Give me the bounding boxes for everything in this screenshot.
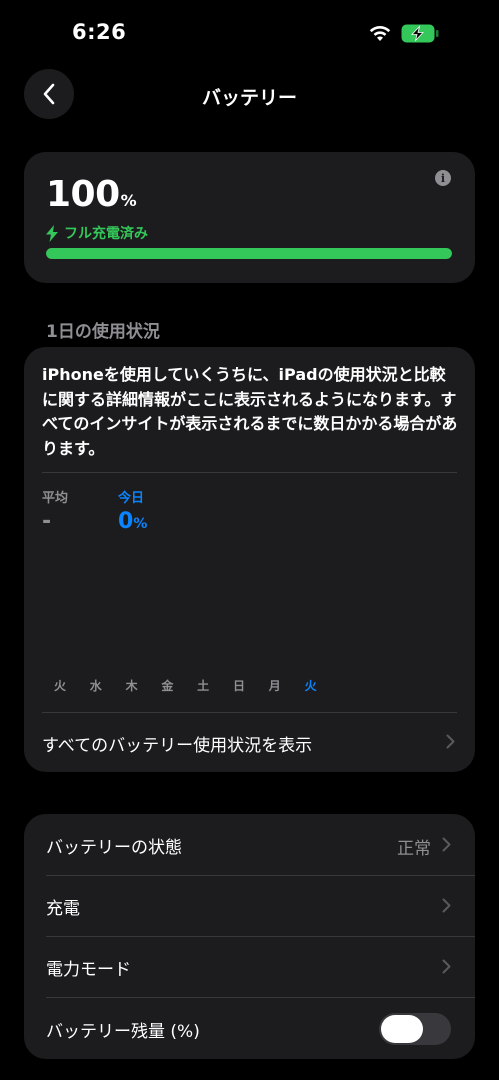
power-mode-row[interactable]: 電力モード (24, 936, 475, 997)
section-header-daily-usage: 1日の使用状況 (46, 322, 160, 342)
weekday-axis: 火水木金土日月火 (24, 677, 475, 697)
chevron-right-icon (442, 837, 451, 852)
battery-percent-value: 100 (46, 174, 120, 215)
navigation-bar: バッテリー (0, 66, 499, 122)
average-label: 平均 (42, 491, 69, 506)
chevron-right-icon (442, 959, 451, 974)
wifi-icon (369, 25, 391, 41)
status-bar: 6:26 (0, 0, 499, 60)
info-icon-glyph: i (440, 171, 446, 185)
weekday-label: 金 (161, 679, 174, 693)
average-value: - (42, 509, 52, 534)
usage-message: iPhoneを使用していくうちに、iPadの使用状況と比較に関する詳細情報がここ… (42, 365, 458, 458)
status-time: 6:26 (72, 20, 127, 44)
battery-percentage: 100% (46, 174, 137, 215)
weekday-label: 火 (53, 679, 66, 693)
battery-percentage-toggle[interactable] (379, 1013, 451, 1045)
show-all-usage-label: すべてのバッテリー使用状況を表示 (42, 736, 313, 756)
today-label: 今日 (118, 491, 145, 506)
info-icon[interactable]: i (435, 170, 451, 186)
battery-health-row[interactable]: バッテリーの状態 正常 (24, 814, 475, 875)
weekday-label: 水 (89, 679, 102, 693)
battery-level-card: 100% i フル充電済み (24, 152, 475, 283)
battery-level-bar (46, 248, 452, 259)
today-value-number: 0 (118, 509, 134, 534)
battery-percent-unit: % (120, 191, 137, 210)
charging-row[interactable]: 充電 (24, 875, 475, 936)
power-mode-label: 電力モード (46, 960, 131, 980)
battery-charging-icon (401, 24, 439, 43)
weekday-label: 火 (304, 679, 317, 693)
charging-label: 充電 (46, 899, 80, 919)
chevron-right-icon (442, 898, 451, 913)
battery-health-label: バッテリーの状態 (46, 838, 182, 858)
divider (42, 472, 457, 473)
weekday-label: 月 (268, 679, 281, 693)
chevron-right-icon (446, 734, 455, 749)
battery-level-fill (46, 248, 452, 259)
weekday-label: 日 (232, 679, 245, 693)
weekday-label: 土 (197, 679, 210, 693)
page-title: バッテリー (201, 87, 297, 109)
battery-settings-card: バッテリーの状態 正常 充電 電力モード バッテリー残量 (%) (24, 814, 475, 1059)
battery-health-value: 正常 (397, 839, 431, 859)
today-value: 0% (118, 509, 147, 534)
charge-status: フル充電済み (46, 223, 148, 243)
bolt-icon (46, 224, 58, 242)
daily-usage-card: iPhoneを使用していくうちに、iPadの使用状況と比較に関する詳細情報がここ… (24, 347, 475, 772)
today-value-unit: % (133, 516, 148, 532)
charge-status-label: フル充電済み (64, 226, 148, 242)
weekday-label: 木 (125, 679, 138, 693)
battery-percentage-row: バッテリー残量 (%) (24, 998, 475, 1059)
battery-percentage-label: バッテリー残量 (%) (46, 1022, 200, 1042)
show-all-usage-row[interactable]: すべてのバッテリー使用状況を表示 (24, 712, 475, 772)
toggle-knob (381, 1015, 423, 1043)
